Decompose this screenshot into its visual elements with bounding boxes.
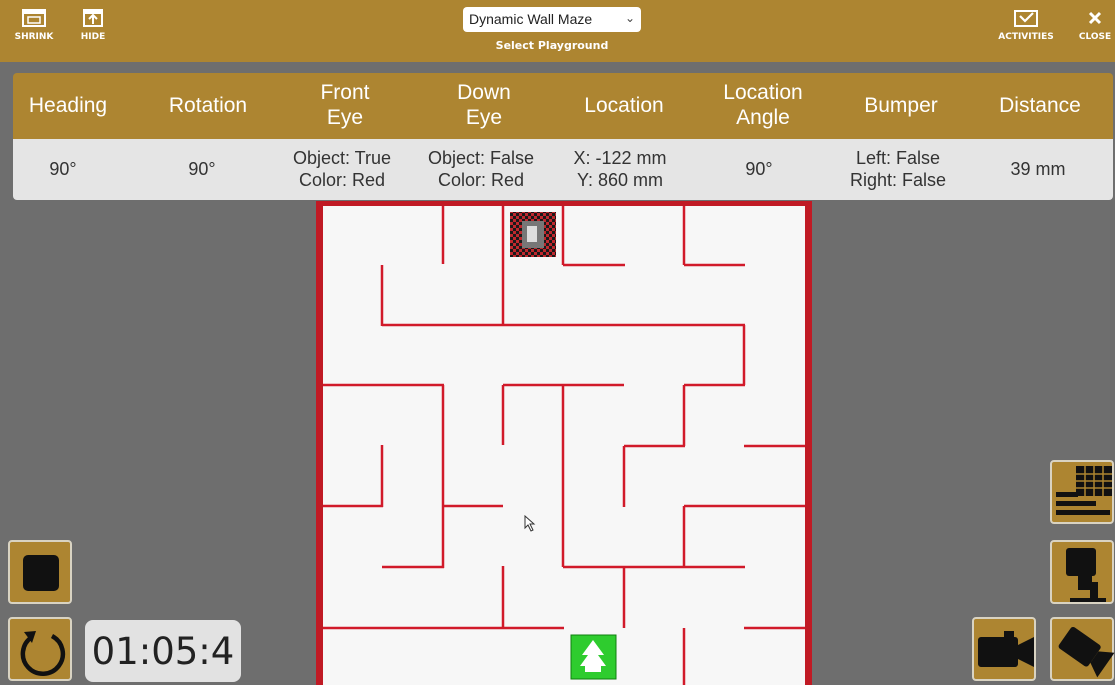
shrink-icon: [22, 9, 46, 27]
follow-camera-button[interactable]: [972, 617, 1036, 681]
value-down-eye: Object: False Color: Red: [427, 148, 535, 190]
side-camera-icon: [1058, 626, 1115, 678]
header-distance: Distance: [999, 93, 1081, 117]
header-location-angle: Location Angle: [723, 81, 803, 129]
data-table-icon: [1056, 466, 1112, 515]
close-icon: [1088, 11, 1102, 25]
maze-outer-wall-left: [316, 201, 323, 685]
hide-button[interactable]: HIDE: [63, 8, 123, 56]
goal-target: [510, 212, 556, 257]
maze-playground[interactable]: [316, 201, 812, 685]
value-front-eye: Object: True Color: Red: [292, 148, 392, 190]
reset-button[interactable]: [8, 617, 72, 681]
value-location-angle: 90°: [745, 158, 773, 179]
run-timer: 01:05:4: [85, 620, 241, 682]
header-location: Location: [584, 93, 664, 117]
follow-camera-icon: [978, 631, 1034, 667]
activities-button[interactable]: ACTIVITIES: [996, 8, 1056, 56]
header-down-eye: Down Eye: [457, 81, 511, 129]
mouse-pointer-icon: [524, 515, 536, 532]
value-distance: 39 mm: [1010, 158, 1066, 179]
robot[interactable]: [570, 634, 617, 680]
value-location: X: -122 mm Y: 860 mm: [573, 148, 667, 190]
hide-label: HIDE: [80, 32, 106, 42]
header-heading: Heading: [28, 93, 108, 117]
header-rotation: Rotation: [168, 93, 248, 117]
playground-select-caption: Select Playground: [495, 39, 609, 52]
top-camera-button[interactable]: [1050, 540, 1114, 604]
activities-label: ACTIVITIES: [998, 32, 1054, 42]
value-rotation: 90°: [188, 158, 216, 179]
top-camera-icon: [1066, 548, 1106, 602]
sensor-header-row: Heading Rotation Front Eye Down Eye Loca…: [13, 73, 1113, 139]
shrink-label: SHRINK: [14, 32, 54, 42]
shrink-button[interactable]: SHRINK: [4, 8, 64, 56]
sensor-value-row: 90° 90° Object: True Color: Red Object: …: [13, 139, 1113, 200]
value-bumper: Left: False Right: False: [849, 148, 947, 190]
hide-icon: [83, 9, 103, 27]
sensor-panel: Heading Rotation Front Eye Down Eye Loca…: [13, 73, 1113, 200]
maze-outer-wall-right: [805, 201, 812, 685]
value-heading: 90°: [49, 158, 77, 179]
maze-outer-wall-top: [316, 201, 812, 206]
data-table-button[interactable]: [1050, 460, 1114, 524]
close-label: CLOSE: [1078, 32, 1112, 42]
header-front-eye: Front Eye: [320, 81, 370, 129]
top-toolbar: SHRINK HIDE Dynamic Wall Maze ⌄ Select P…: [0, 0, 1115, 62]
close-button[interactable]: CLOSE: [1068, 8, 1115, 56]
reset-icon: [20, 631, 66, 677]
header-bumper: Bumper: [864, 93, 938, 117]
chevron-down-icon: ⌄: [624, 11, 635, 25]
activities-icon: [1014, 10, 1038, 27]
playground-select-value: Dynamic Wall Maze: [469, 11, 593, 27]
stop-icon: [23, 555, 59, 591]
side-camera-button[interactable]: [1050, 617, 1115, 681]
stop-button[interactable]: [8, 540, 72, 604]
playground-select[interactable]: Dynamic Wall Maze ⌄: [463, 7, 641, 32]
